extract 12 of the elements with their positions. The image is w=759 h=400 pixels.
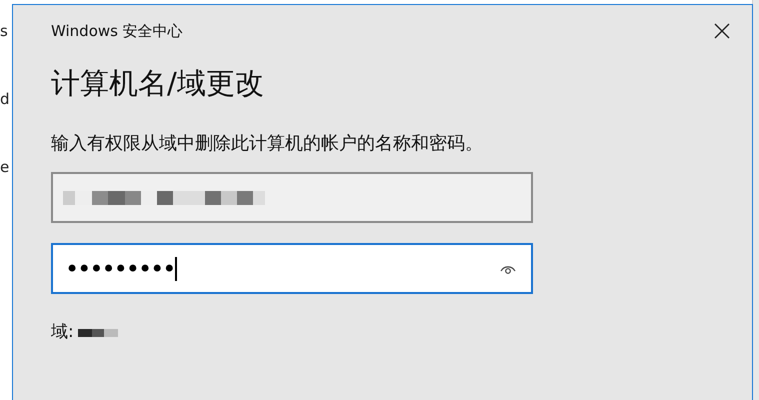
window-title: Windows 安全中心 — [51, 20, 183, 42]
domain-label: 域: — [51, 321, 74, 344]
instruction-text: 输入有权限从域中删除此计算机的帐户的名称和密码。 — [51, 132, 483, 156]
background-text: e — [0, 158, 10, 176]
password-dots: ••••••••• — [65, 254, 174, 282]
close-icon[interactable] — [714, 23, 730, 39]
username-field[interactable] — [51, 172, 533, 223]
password-field[interactable]: ••••••••• — [51, 243, 533, 294]
text-caret — [175, 256, 178, 280]
dialog-heading: 计算机名/域更改 — [51, 65, 264, 102]
background-text: d — [0, 90, 10, 108]
background-text: s — [0, 22, 8, 40]
